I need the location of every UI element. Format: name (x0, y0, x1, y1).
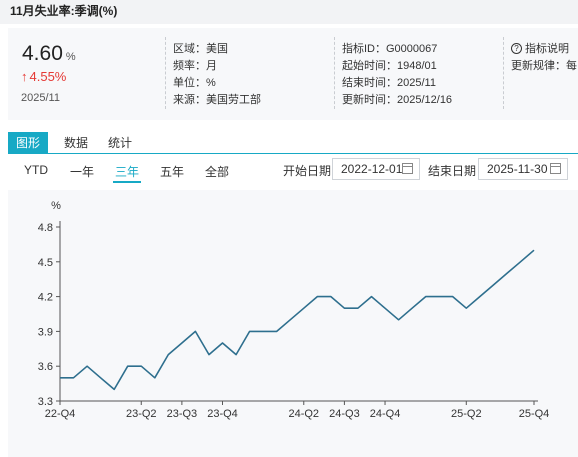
meta-update-rule: 更新规律：每 (511, 60, 577, 72)
y-axis-label: % (51, 200, 61, 212)
meta-indicator-id: 指标ID：G0000067 (342, 43, 438, 55)
x-tick-label: 24-Q4 (370, 408, 401, 420)
x-tick-label: 25-Q2 (451, 408, 482, 420)
x-tick-label: 22-Q4 (45, 408, 76, 420)
tab-stats[interactable]: 统计 (104, 132, 136, 154)
tab-underline (8, 153, 578, 154)
meta-frequency: 频率：月 (173, 60, 217, 72)
change-indicator: ↑ 4.55% (21, 69, 66, 84)
meta-start-time: 起始时间：1948/01 (342, 60, 437, 72)
divider (503, 37, 504, 109)
x-tick-label: 23-Q3 (167, 408, 198, 420)
y-tick-label: 3.6 (38, 361, 53, 373)
y-tick-label: 4.8 (38, 222, 53, 234)
meta-column-3: ? 指标说明 更新规律：每 (511, 41, 577, 75)
meta-region: 区域：美国 (173, 43, 228, 55)
start-date-label: 开始日期 (283, 164, 332, 178)
x-tick-label: 23-Q2 (126, 408, 157, 420)
latest-value-unit: % (65, 51, 76, 63)
start-date-input[interactable]: 2022-12-01 (332, 158, 420, 180)
end-date-label: 结束日期 (428, 164, 477, 178)
chart-area: % 3.3 3.6 3.9 4.2 4.5 4.8 22-Q4 23-Q2 23-Q3 23-Q4 2… (8, 190, 578, 457)
x-tick-label: 24-Q2 (288, 408, 319, 420)
range-active-underline (113, 181, 141, 183)
latest-value-number: 4.60 (22, 42, 63, 65)
tab-data[interactable]: 数据 (60, 132, 92, 154)
window-title: 11月失业率:季调(%) (0, 0, 578, 24)
help-link[interactable]: ? 指标说明 (511, 41, 577, 58)
y-tick-label: 3.9 (38, 326, 53, 338)
change-value: 4.55% (29, 69, 67, 84)
meta-update-time: 更新时间：2025/12/16 (342, 94, 453, 106)
meta-column-1: 区域：美国 频率：月 单位：% 来源：美国劳工部 (173, 41, 261, 109)
range-all[interactable]: 全部 (205, 163, 229, 180)
x-tick-label: 25-Q4 (519, 408, 550, 420)
y-tick-label: 3.3 (38, 396, 53, 408)
tab-chart[interactable]: 图形 (8, 132, 48, 154)
range-1y[interactable]: 一年 (70, 163, 94, 180)
x-tick-label: 24-Q3 (329, 408, 360, 420)
series-line (60, 249, 535, 391)
divider (334, 37, 335, 109)
y-tick-label: 4.2 (38, 292, 53, 304)
meta-unit: 单位：% (173, 77, 216, 89)
calendar-icon (550, 163, 561, 174)
help-label: 指标说明 (525, 43, 569, 55)
latest-value: 4.60% (22, 42, 76, 66)
meta-column-2: 指标ID：G0000067 起始时间：1948/01 结束时间：2025/11 … (342, 41, 452, 109)
range-3y[interactable]: 三年 (115, 163, 139, 180)
arrow-up-icon: ↑ (21, 69, 28, 84)
latest-period: 2025/11 (21, 92, 60, 104)
x-tick-label: 23-Q4 (207, 408, 238, 420)
summary-panel: 4.60% ↑ 4.55% 2025/11 区域：美国 频率：月 单位：% 来源：… (8, 28, 578, 120)
range-5y[interactable]: 五年 (160, 163, 184, 180)
start-date-value: 2022-12-01 (341, 162, 403, 176)
end-date-value: 2025-11-30 (487, 162, 548, 176)
calendar-icon (402, 163, 413, 174)
line-chart: % 3.3 3.6 3.9 4.2 4.5 4.8 22-Q4 23-Q2 23-Q3 23-Q4 2… (38, 200, 550, 420)
help-circle-icon: ? (511, 43, 522, 54)
divider (165, 37, 166, 109)
range-ytd[interactable]: YTD (24, 163, 48, 177)
meta-end-time: 结束时间：2025/11 (342, 77, 436, 89)
y-tick-label: 4.5 (38, 257, 53, 269)
end-date-input[interactable]: 2025-11-30 (478, 158, 568, 180)
meta-source: 来源：美国劳工部 (173, 94, 261, 106)
